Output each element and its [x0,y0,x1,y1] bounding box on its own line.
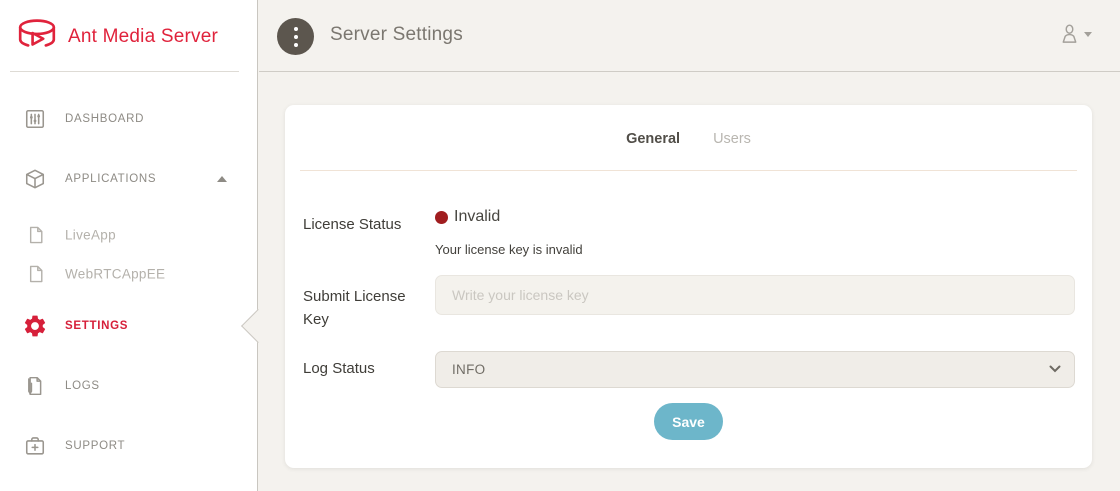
tab-bar: General Users [285,131,1092,147]
logs-icon [24,375,45,397]
license-key-input[interactable] [435,275,1075,315]
kebab-dot [294,27,298,31]
sidebar-item-label: DASHBOARD [65,113,144,125]
dashboard-icon [24,108,46,130]
license-status-value: Invalid [454,208,500,226]
brand-name: Ant Media Server [68,26,218,48]
support-icon [24,435,46,457]
sidebar: Ant Media Server DASHBOARD [0,0,258,491]
save-button[interactable]: Save [654,403,723,440]
sidebar-item-label: SETTINGS [65,320,128,332]
log-status-select[interactable]: INFO [435,351,1075,388]
sidebar-item-logs[interactable]: LOGS [0,374,257,398]
sidebar-item-label: LOGS [65,380,100,392]
header: Server Settings [259,0,1120,72]
sidebar-item-applications[interactable]: APPLICATIONS [0,167,257,191]
main-content: General Users License Status Invalid You… [259,73,1120,491]
gear-icon [22,313,48,339]
kebab-menu-button[interactable] [277,18,314,55]
settings-card: General Users License Status Invalid You… [285,105,1092,468]
kebab-dot [294,43,298,47]
submit-license-key-label: Submit License Key [303,285,413,331]
status-dot-icon [435,211,448,224]
brand-logo[interactable]: Ant Media Server [14,12,218,62]
ant-media-logo-icon [14,15,60,59]
file-icon [28,226,44,244]
tab-general[interactable]: General [626,131,680,147]
kebab-dot [294,35,298,39]
license-status-value-row: Invalid [435,208,500,226]
user-icon [1058,22,1081,46]
sidebar-item-label: APPLICATIONS [65,173,156,185]
log-status-select-wrap: INFO [435,351,1075,388]
sidebar-divider [10,71,239,72]
collapse-caret-icon[interactable] [217,176,227,182]
sidebar-item-label: WebRTCAppEE [65,267,165,282]
sidebar-item-dashboard[interactable]: DASHBOARD [0,107,257,131]
license-status-detail: Your license key is invalid [435,242,583,257]
chevron-down-icon [1084,32,1092,37]
user-menu[interactable] [1058,22,1092,46]
log-status-label: Log Status [303,357,375,380]
tab-users[interactable]: Users [713,131,751,147]
sidebar-item-label: LiveApp [65,228,116,243]
tab-divider [300,170,1077,171]
file-icon [28,265,44,283]
app-window: Ant Media Server DASHBOARD [0,0,1120,491]
page-title: Server Settings [330,24,463,46]
sidebar-item-settings[interactable]: SETTINGS [0,314,257,338]
license-status-label: License Status [303,213,401,236]
sidebar-item-label: SUPPORT [65,440,125,452]
sidebar-item-webrtcappee[interactable]: WebRTCAppEE [0,262,257,286]
applications-icon [24,168,46,190]
sidebar-item-liveapp[interactable]: LiveApp [0,223,257,247]
sidebar-item-support[interactable]: SUPPORT [0,434,257,458]
